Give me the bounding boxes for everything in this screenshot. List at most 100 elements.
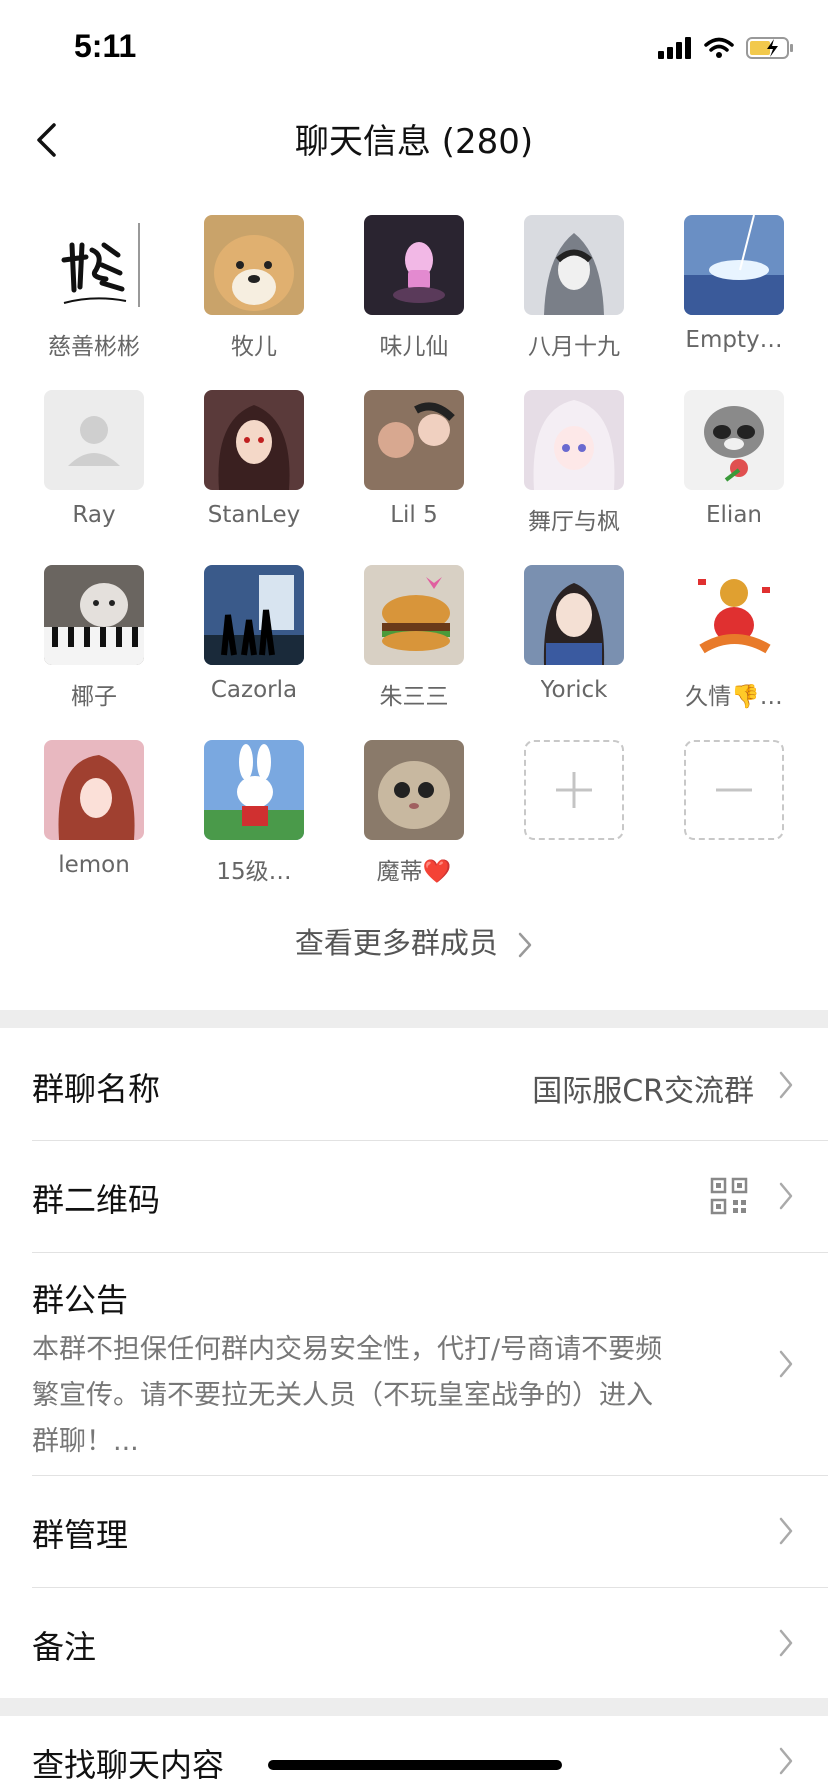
- member-item[interactable]: Empty…: [654, 215, 814, 390]
- avatar: [44, 390, 144, 490]
- member-name: 椰子: [71, 684, 117, 710]
- avatar-image: [684, 390, 784, 490]
- chevron-right-icon: [779, 1071, 793, 1099]
- member-name: 朱三三: [379, 684, 449, 710]
- group-notice-row[interactable]: 群公告 本群不担保任何群内交易安全性，代打/号商请不要频 繁宣传。请不要拉无关人…: [0, 1253, 828, 1475]
- avatar-image: [364, 740, 464, 840]
- avatar: [204, 740, 304, 840]
- member-name: StanLey: [207, 502, 301, 528]
- member-name: lemon: [58, 852, 130, 878]
- remark-row[interactable]: 备注: [0, 1588, 828, 1698]
- member-item[interactable]: Ray: [14, 390, 174, 565]
- view-more-members-link[interactable]: 查看更多群成员: [0, 920, 828, 962]
- minus-icon: [716, 788, 752, 792]
- members-section: 慈善彬彬 牧儿 味儿仙 八月十九 Empty… Ray StanLey Lil 5 舞厅与枫 El…: [0, 215, 828, 915]
- qr-code-icon: [710, 1177, 748, 1215]
- avatar: [364, 390, 464, 490]
- group-notice-line: 繁宣传。请不要拉无关人员（不玩皇室战争的）进入: [32, 1380, 653, 1411]
- avatar: [204, 565, 304, 665]
- group-name-label: 群聊名称: [32, 1070, 161, 1108]
- member-name: Elian: [706, 502, 762, 528]
- chevron-right-icon: [779, 1182, 793, 1210]
- avatar-image: [44, 215, 144, 315]
- member-name: 魔蒂❤️: [376, 859, 452, 885]
- member-item[interactable]: StanLey: [174, 390, 334, 565]
- member-item[interactable]: Lil 5: [334, 390, 494, 565]
- add-member-button[interactable]: [494, 740, 654, 915]
- member-name: Cazorla: [210, 677, 298, 703]
- avatar-image: [524, 215, 624, 315]
- member-name: 舞厅与枫: [528, 509, 620, 535]
- avatar-image: [684, 565, 784, 665]
- member-item[interactable]: 朱三三: [334, 565, 494, 740]
- section-separator: [0, 1698, 828, 1716]
- group-manage-label: 群管理: [32, 1516, 129, 1554]
- member-item[interactable]: Cazorla: [174, 565, 334, 740]
- group-notice-line: 群聊！...: [32, 1426, 139, 1457]
- member-item[interactable]: Yorick: [494, 565, 654, 740]
- member-name: Empty…: [685, 327, 783, 353]
- member-item[interactable]: 久情👎…: [654, 565, 814, 740]
- group-qr-code-row[interactable]: 群二维码: [0, 1141, 828, 1252]
- chevron-right-icon: [779, 1517, 793, 1545]
- avatar: [524, 565, 624, 665]
- avatar-image: [44, 390, 144, 490]
- member-item[interactable]: 魔蒂❤️: [334, 740, 494, 915]
- avatar-image: [364, 215, 464, 315]
- member-name: 味儿仙: [379, 334, 449, 360]
- avatar-image: [204, 390, 304, 490]
- member-item[interactable]: Elian: [654, 390, 814, 565]
- plus-icon: [556, 772, 592, 808]
- member-name: 八月十九: [528, 334, 620, 360]
- remove-member-button[interactable]: [654, 740, 814, 915]
- remark-label: 备注: [32, 1628, 97, 1666]
- avatar-image: [204, 215, 304, 315]
- member-item[interactable]: 椰子: [14, 565, 174, 740]
- avatar: [364, 215, 464, 315]
- member-item[interactable]: 慈善彬彬: [14, 215, 174, 390]
- avatar-image: [364, 390, 464, 490]
- avatar-image: [684, 215, 784, 315]
- group-notice-text: 本群不担保任何群内交易安全性，代打/号商请不要频 繁宣传。请不要拉无关人员（不玩…: [32, 1327, 762, 1465]
- avatar: [524, 215, 624, 315]
- member-name: 久情👎…: [685, 684, 783, 710]
- page-title: 聊天信息 (280): [294, 122, 534, 162]
- avatar: [204, 215, 304, 315]
- chevron-right-icon: [518, 932, 532, 958]
- avatar-image: [44, 565, 144, 665]
- avatar-image: [204, 740, 304, 840]
- avatar-image: [44, 740, 144, 840]
- chevron-right-icon: [779, 1747, 793, 1775]
- avatar-image: [204, 565, 304, 665]
- member-item[interactable]: 味儿仙: [334, 215, 494, 390]
- chevron-right-icon: [779, 1350, 793, 1378]
- group-manage-row[interactable]: 群管理: [0, 1476, 828, 1587]
- chevron-right-icon: [779, 1629, 793, 1657]
- member-name: Ray: [72, 502, 116, 528]
- group-notice-line: 本群不担保任何群内交易安全性，代打/号商请不要频: [32, 1334, 663, 1365]
- member-name: 15级…: [216, 859, 292, 885]
- search-chat-label: 查找聊天内容: [32, 1746, 225, 1784]
- member-name: Lil 5: [390, 502, 438, 528]
- group-notice-label: 群公告: [32, 1281, 129, 1319]
- avatar: [44, 565, 144, 665]
- group-name-row[interactable]: 群聊名称 国际服CR交流群: [0, 1030, 828, 1140]
- avatar: [44, 215, 144, 315]
- avatar: [364, 740, 464, 840]
- member-item[interactable]: lemon: [14, 740, 174, 915]
- member-item[interactable]: 舞厅与枫: [494, 390, 654, 565]
- avatar-image: [524, 565, 624, 665]
- section-separator: [0, 1010, 828, 1028]
- avatar: [364, 565, 464, 665]
- member-item[interactable]: 八月十九: [494, 215, 654, 390]
- search-chat-row[interactable]: 查找聊天内容: [0, 1716, 828, 1792]
- battery-icon: [746, 37, 793, 59]
- wifi-icon: [704, 37, 734, 58]
- member-item[interactable]: 牧儿: [174, 215, 334, 390]
- add-member-box: [524, 740, 624, 840]
- view-more-members-label: 查看更多群成员: [294, 926, 498, 960]
- status-bar: 5:11: [0, 0, 828, 100]
- group-name-value: 国际服CR交流群: [532, 1074, 754, 1109]
- member-item[interactable]: 15级…: [174, 740, 334, 915]
- home-indicator: [268, 1760, 562, 1770]
